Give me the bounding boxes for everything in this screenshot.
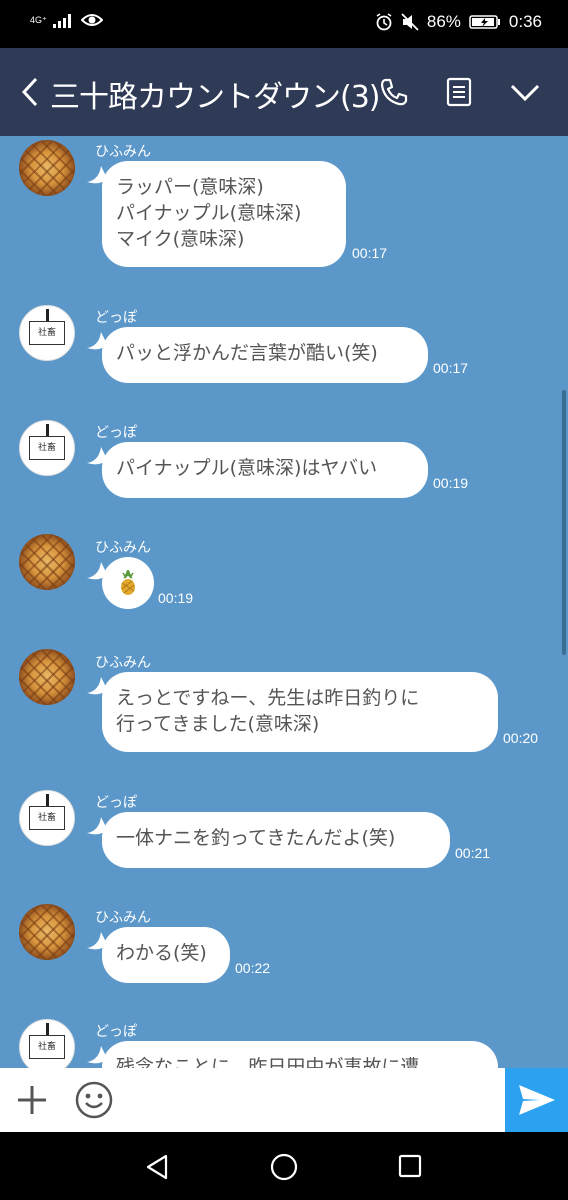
sender-name: どっぽ [95,795,137,811]
message-bubble[interactable]: パッと浮かんだ言葉が酷い(笑) [102,327,428,383]
message-line: パッと浮かんだ言葉が酷い(笑) [116,342,378,364]
eye-icon [80,14,103,26]
message-line: ラッパー(意味深) [116,176,264,198]
message-bubble[interactable]: わかる(笑) [102,927,230,983]
recents-nav-icon[interactable] [398,1154,422,1178]
chevron-down-icon[interactable] [510,83,540,103]
lanyard-graphic [46,424,49,436]
smiley-icon[interactable] [75,1081,113,1119]
message-line: パイナップル(意味深) [116,202,302,224]
clock: 0:36 [508,12,542,31]
battery-icon [469,15,500,29]
lanyard-graphic [46,309,49,321]
avatar[interactable]: 社畜 [19,420,75,476]
message-line: 一体ナニを釣ってきたんだよ(笑) [116,827,396,849]
home-nav-icon[interactable] [270,1153,298,1181]
sender-name: どっぽ [95,310,137,326]
id-card-graphic: 社畜 [29,1035,65,1059]
chat-header: 三十路カウントダウン(3) [0,48,568,136]
avatar[interactable] [19,140,75,196]
back-nav-icon[interactable] [145,1154,169,1180]
avatar[interactable]: 社畜 [19,790,75,846]
pineapple-icon [121,570,135,595]
message-bubble[interactable]: パイナップル(意味深)はヤバい [102,442,428,498]
message-input[interactable] [128,1076,498,1124]
sender-name: どっぽ [95,1024,137,1040]
chat-title[interactable]: 三十路カウントダウン(3) [50,72,380,116]
timestamp: 00:20 [503,730,539,746]
avatar[interactable]: 社畜 [19,305,75,361]
message-input-bar [0,1068,568,1132]
battery-percent: 86% [426,12,461,31]
timestamp: 00:17 [352,245,388,261]
send-button[interactable] [505,1068,568,1132]
lanyard-graphic [46,794,49,806]
sender-name: ひふみん [95,540,151,556]
sender-name: ひふみん [95,655,151,671]
sender-name: ひふみん [95,910,151,926]
sender-name: ひふみん [95,144,151,160]
lanyard-graphic [46,1023,49,1035]
message-line: わかる(笑) [116,942,207,964]
id-card-graphic: 社畜 [29,436,65,460]
phone-icon[interactable] [378,76,410,108]
avatar[interactable] [19,649,75,705]
avatar[interactable]: 社畜 [19,1019,75,1068]
message-bubble[interactable]: 🍍 [102,557,154,609]
id-card-graphic: 社畜 [29,806,65,830]
timestamp: 00:17 [433,360,469,376]
message-line: 残念なことに、昨日田中が事故に遭 [116,1056,420,1068]
message-line: マイク(意味深) [116,228,245,250]
avatar-pattern [19,649,75,705]
message-line: えっとですねー、先生は昨日釣りに [116,687,420,709]
timestamp: 00:19 [158,590,194,606]
timestamp: 00:21 [455,845,491,861]
status-bar: 4G⁺ 86% 0:36 [0,0,568,48]
avatar-pattern [19,904,75,960]
notes-icon[interactable] [446,76,472,108]
message-line: パイナップル(意味深)はヤバい [116,457,378,479]
avatar-pattern [19,534,75,590]
system-nav-bar [0,1132,568,1200]
message-bubble[interactable]: 一体ナニを釣ってきたんだよ(笑) [102,812,450,868]
message-bubble[interactable]: 残念なことに、昨日田中が事故に遭 [102,1041,498,1068]
avatar[interactable] [19,904,75,960]
network-label: 4G⁺ [30,14,47,25]
back-arrow-icon[interactable] [20,76,40,108]
alarm-icon [376,13,392,31]
avatar[interactable] [19,534,75,590]
timestamp: 00:22 [235,960,271,976]
status-left: 4G⁺ [30,12,103,28]
chat-area[interactable]: ひふみん ラッパー(意味深) パイナップル(意味深) マイク(意味深) 00:1… [0,136,568,1068]
mute-icon [401,13,419,31]
send-arrow-icon [518,1085,555,1115]
message-bubble[interactable]: えっとですねー、先生は昨日釣りに 行ってきました(意味深) [102,672,498,752]
message-bubble[interactable]: ラッパー(意味深) パイナップル(意味深) マイク(意味深) [102,161,346,267]
plus-icon[interactable] [14,1082,50,1118]
message-line: 行ってきました(意味深) [116,713,320,735]
signal-icon [52,14,71,28]
sender-name: どっぽ [95,425,137,441]
id-card-graphic: 社畜 [29,321,65,345]
avatar-pattern [19,140,75,196]
scrollbar[interactable] [562,390,566,655]
timestamp: 00:19 [433,475,469,491]
status-right: 86% 0:36 [375,12,542,32]
